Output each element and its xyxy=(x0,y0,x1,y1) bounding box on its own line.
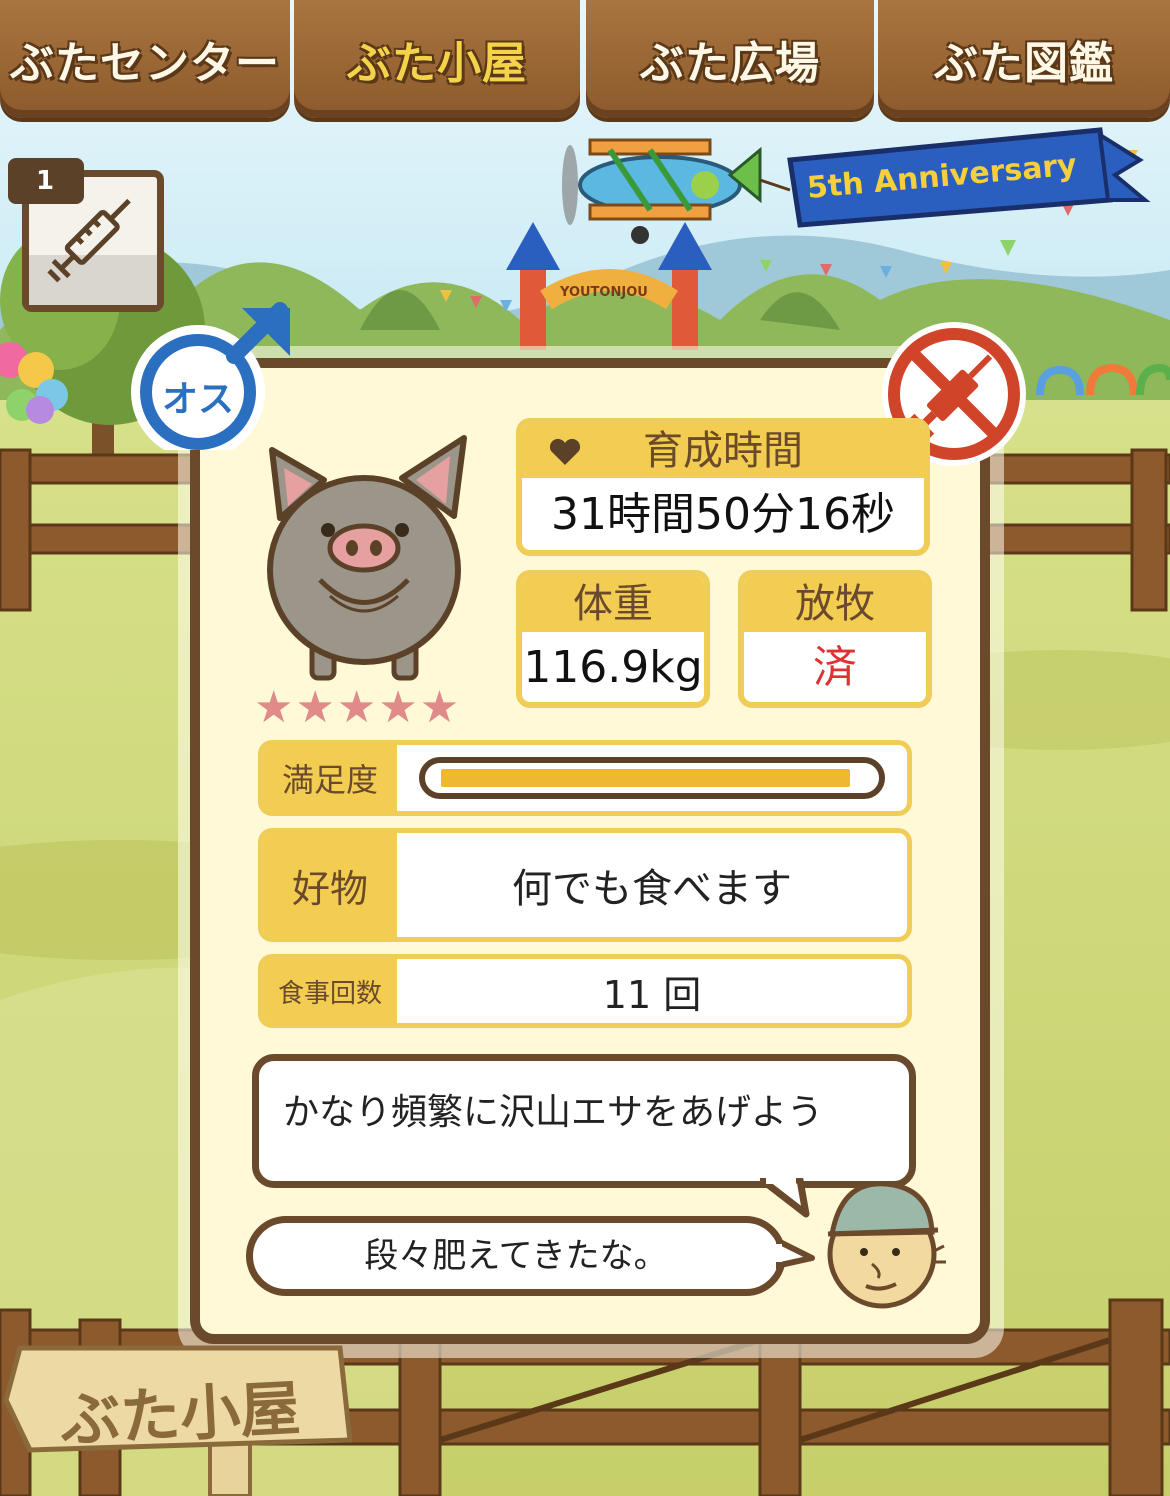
meal-count-value: 11 回 xyxy=(602,972,702,1017)
growth-time-value: 31時間50分16秒 xyxy=(551,489,895,540)
weight-value: 116.9kg xyxy=(523,642,703,693)
pig-illustration xyxy=(254,420,480,690)
heart-icon xyxy=(549,438,581,465)
growth-time-panel: 育成時間 31時間50分16秒 xyxy=(516,418,930,556)
injection-count: 1 xyxy=(36,166,55,196)
meal-count-row: 食事回数 11 回 xyxy=(258,954,912,1028)
advice-text: かなり頻繁に沢山エサをあげよう xyxy=(283,1092,824,1133)
advice-bubble-tail xyxy=(760,1178,810,1218)
gate-sign-text: YOUTONJOU xyxy=(559,285,648,300)
growth-time-label: 育成時間 xyxy=(643,428,803,474)
farmer-avatar xyxy=(812,1172,952,1312)
comment-text: 段々肥えてきたな。 xyxy=(364,1236,668,1276)
satisfaction-meter xyxy=(419,757,885,799)
tab-buta-hiroba[interactable]: ぶた広場 xyxy=(586,0,874,118)
location-sign-text: ぶた小屋 xyxy=(58,1373,302,1457)
favorite-food-label: 好物 xyxy=(263,833,397,937)
location-sign: ぶた小屋 xyxy=(0,1330,360,1496)
tab-buta-koya[interactable]: ぶた小屋 xyxy=(294,0,580,118)
satisfaction-label: 満足度 xyxy=(263,745,397,811)
favorite-food-value: 何でも食べます xyxy=(512,866,792,912)
favorite-food-row: 好物 何でも食べます xyxy=(258,828,912,942)
rating-stars: ★★★★★ xyxy=(254,682,462,733)
tab-label: ぶた小屋 xyxy=(347,38,527,89)
satisfaction-fill xyxy=(441,769,851,787)
grazing-panel: 放牧 済 xyxy=(738,570,932,708)
grazing-label: 放牧 xyxy=(744,576,926,632)
tab-buta-center[interactable]: ぶたセンター xyxy=(0,0,290,118)
tab-buta-zukan[interactable]: ぶた図鑑 xyxy=(878,0,1170,118)
tab-label: ぶた図鑑 xyxy=(934,38,1114,89)
gender-label: オス xyxy=(161,379,234,420)
comment-bubble-tail xyxy=(776,1237,815,1269)
tab-label: ぶたセンター xyxy=(10,38,280,89)
advice-bubble: かなり頻繁に沢山エサをあげよう xyxy=(252,1054,916,1188)
weight-panel: 体重 116.9kg xyxy=(516,570,710,708)
injection-count-badge: 1 xyxy=(8,158,84,204)
satisfaction-row: 満足度 xyxy=(258,740,912,816)
tab-label: ぶた広場 xyxy=(640,38,820,89)
meal-count-label: 食事回数 xyxy=(263,959,397,1023)
weight-label: 体重 xyxy=(522,576,704,632)
grazing-value: 済 xyxy=(813,642,857,693)
comment-bubble: 段々肥えてきたな。 xyxy=(246,1216,786,1296)
